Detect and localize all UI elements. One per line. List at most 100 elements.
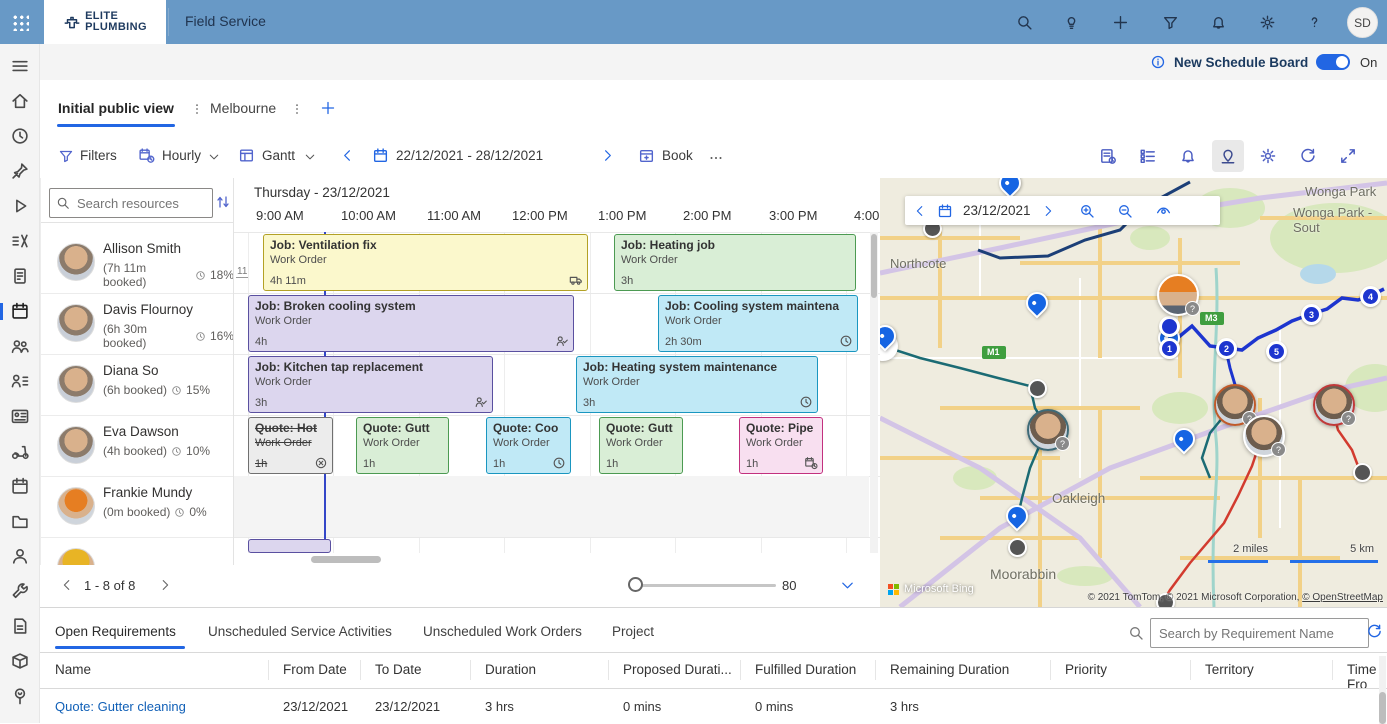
technician-avatar-marker[interactable]: ? — [1313, 384, 1355, 426]
products-icon[interactable] — [10, 651, 30, 671]
resource-row[interactable]: Allison Smith (7h 11m booked) 18% — [41, 232, 234, 294]
info-icon[interactable] — [1150, 54, 1166, 70]
booking-block[interactable]: Quote: GuttWork Order 1h — [356, 417, 449, 474]
bing-logo[interactable]: Microsoft Bing — [888, 583, 974, 595]
booking-block[interactable]: Job: Cooling system maintenaWork Order 2… — [658, 295, 858, 352]
previous-range-icon[interactable] — [340, 148, 355, 163]
gantt-vertical-scrollbar[interactable] — [870, 232, 878, 553]
map-show-routes-icon[interactable] — [1155, 202, 1172, 219]
tab-open-requirements[interactable]: Open Requirements — [55, 624, 176, 639]
column-header[interactable]: From Date — [283, 662, 347, 677]
help-icon[interactable] — [1306, 14, 1323, 31]
app-name[interactable]: Field Service — [185, 13, 266, 29]
app-launcher-waffle-icon[interactable] — [12, 14, 29, 31]
resource-search[interactable] — [49, 188, 213, 218]
table-scrollbar[interactable] — [1379, 656, 1386, 724]
resource-avatar[interactable] — [57, 243, 95, 281]
quick-create-icon[interactable] — [1112, 14, 1129, 31]
get-started-icon[interactable] — [10, 196, 30, 216]
technician-avatar-marker[interactable]: ? — [1157, 274, 1199, 316]
gantt-horizontal-scrollbar[interactable] — [311, 556, 381, 563]
column-header[interactable]: Name — [55, 662, 91, 677]
calendar-icon[interactable] — [372, 147, 389, 164]
notifications-icon[interactable] — [1210, 14, 1227, 31]
resource-avatar[interactable] — [57, 365, 95, 403]
technician-avatar-marker[interactable]: ? — [1027, 409, 1069, 451]
fullscreen-icon[interactable] — [1332, 140, 1364, 172]
map-zoom-out-icon[interactable] — [1117, 203, 1133, 219]
column-header[interactable]: Remaining Duration — [890, 662, 1009, 677]
refresh-icon[interactable] — [1292, 140, 1324, 172]
map-date[interactable]: 23/12/2021 — [963, 203, 1031, 218]
column-header[interactable]: Territory — [1205, 662, 1254, 677]
map-calendar-icon[interactable] — [937, 203, 953, 219]
resource-avatar[interactable] — [57, 304, 95, 342]
filters-icon[interactable] — [58, 148, 74, 164]
settings-icon[interactable] — [1259, 14, 1276, 31]
tab-unscheduled-service-activities[interactable]: Unscheduled Service Activities — [208, 624, 392, 639]
invoices-icon[interactable] — [10, 616, 30, 636]
dashboards-icon[interactable] — [10, 231, 30, 251]
booking-block-cancelled[interactable]: Quote: HotWork Order 1h — [248, 417, 333, 474]
board-settings-icon[interactable] — [1252, 140, 1284, 172]
map-next-day-icon[interactable] — [1041, 204, 1055, 218]
route-waypoint[interactable] — [1159, 316, 1180, 337]
requirement-search[interactable] — [1150, 618, 1369, 648]
search-resources-input[interactable] — [75, 195, 197, 212]
more-commands-icon[interactable] — [708, 150, 724, 166]
resource-row[interactable]: Diana So (6h booked) 15% — [41, 354, 234, 416]
map-stop-dot[interactable] — [1353, 463, 1372, 482]
requirement-search-input[interactable] — [1157, 625, 1351, 642]
search-icon[interactable] — [1016, 14, 1033, 31]
contacts-icon[interactable] — [10, 371, 30, 391]
next-page-icon[interactable] — [158, 578, 172, 592]
booking-block[interactable]: Job: Heating system maintenanceWork Orde… — [576, 356, 818, 413]
customers-icon[interactable] — [10, 546, 30, 566]
sort-resources-icon[interactable] — [215, 194, 231, 210]
assets-icon[interactable] — [10, 511, 30, 531]
column-header[interactable]: Proposed Durati... — [623, 662, 732, 677]
resource-row[interactable]: Davis Flournoy (6h 30m booked) 16% — [41, 293, 234, 355]
locations-icon[interactable] — [10, 686, 30, 706]
resource-avatar[interactable] — [57, 487, 95, 525]
tasks-icon[interactable] — [10, 266, 30, 286]
map-zoom-in-icon[interactable] — [1079, 203, 1095, 219]
booking-block[interactable]: Quote: PipeWork Order 1h — [739, 417, 823, 474]
book-button[interactable]: Book — [662, 148, 693, 163]
resource-row[interactable]: Eva Dawson (4h booked) 10% — [41, 415, 234, 477]
column-header[interactable]: Duration — [485, 662, 536, 677]
booking-block-partial[interactable] — [248, 539, 331, 553]
map-view-icon[interactable] — [1212, 140, 1244, 172]
schedule-board-icon[interactable] — [10, 301, 30, 321]
resource-avatar[interactable] — [57, 426, 95, 464]
column-header[interactable]: Fulfilled Duration — [755, 662, 856, 677]
tab-initial-public-view[interactable]: Initial public view — [58, 100, 174, 116]
route-waypoint[interactable]: 4 — [1360, 286, 1381, 307]
user-avatar[interactable]: SD — [1347, 7, 1378, 38]
accounts-icon[interactable] — [10, 406, 30, 426]
bookings-icon[interactable] — [10, 476, 30, 496]
gantt-view-icon[interactable] — [238, 147, 255, 164]
filters-button[interactable]: Filters — [80, 148, 117, 163]
resource-avatar-partial[interactable] — [57, 548, 95, 565]
recent-icon[interactable] — [10, 126, 30, 146]
booking-block[interactable]: Quote: GuttWork Order 1h — [599, 417, 683, 474]
tab-options-icon[interactable] — [190, 102, 204, 116]
chevron-down-icon[interactable] — [208, 151, 220, 163]
search-icon[interactable] — [1128, 625, 1144, 641]
map-stop-dot[interactable] — [1028, 379, 1047, 398]
collapse-panel-icon[interactable] — [840, 578, 855, 593]
book-eta-icon[interactable] — [1092, 140, 1124, 172]
resources-icon[interactable] — [10, 336, 30, 356]
map-prev-day-icon[interactable] — [913, 204, 927, 218]
route-waypoint[interactable]: 2 — [1216, 338, 1237, 359]
tab-melbourne[interactable]: Melbourne — [210, 100, 276, 116]
next-range-icon[interactable] — [600, 148, 615, 163]
prev-page-icon[interactable] — [60, 578, 74, 592]
table-row[interactable]: Quote: Gutter cleaning 23/12/2021 23/12/… — [40, 688, 1387, 724]
tab-options-icon[interactable] — [290, 102, 304, 116]
add-tab-icon[interactable] — [320, 100, 336, 116]
route-waypoint[interactable]: 1 — [1159, 338, 1180, 359]
alerts-bell-icon[interactable] — [1172, 140, 1204, 172]
column-header[interactable]: To Date — [375, 662, 422, 677]
